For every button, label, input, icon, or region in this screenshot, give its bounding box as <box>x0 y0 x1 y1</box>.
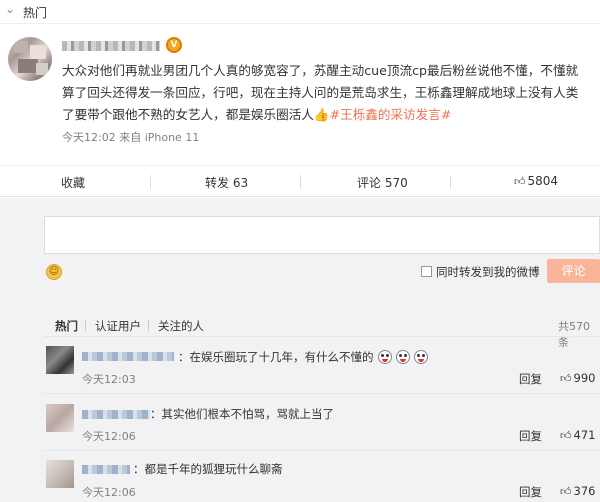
post-text: 大众对他们再就业男团几个人真的够宽容了，苏醒主动cue顶流cp最后粉丝说他不懂，… <box>62 60 588 126</box>
comment-time: 今天12:03 <box>82 373 136 386</box>
like-count: 5804 <box>527 174 559 188</box>
divider <box>150 175 151 189</box>
comment-text: ：在娱乐圈玩了十几年，有什么不懂的 <box>178 349 428 365</box>
reply-button[interactable]: 回复 <box>519 484 542 500</box>
author-name-blurred[interactable] <box>62 41 160 51</box>
divider <box>85 320 86 331</box>
divider <box>300 175 301 189</box>
submit-comment-button[interactable]: 评论 <box>547 259 600 283</box>
comment-like-count: 376 <box>573 484 596 498</box>
reply-button[interactable]: 回复 <box>519 428 542 444</box>
tab-hot[interactable]: 热门 <box>55 318 78 334</box>
thumb-up-icon: 👍︎ <box>560 372 572 385</box>
comment-like-button[interactable]: 👍︎ 471 <box>560 428 595 442</box>
thumbs-up-emoji: 👍 <box>313 107 330 122</box>
author-avatar[interactable] <box>8 37 52 81</box>
comment-avatar[interactable] <box>46 346 74 374</box>
comment-like-button[interactable]: 👍︎ 990 <box>560 371 595 385</box>
divider <box>450 175 451 189</box>
repost-button[interactable]: 转发 63 <box>205 174 248 191</box>
divider <box>148 320 149 331</box>
thumb-up-icon: 👍︎ <box>560 485 572 498</box>
laugh-emoji-icon <box>413 350 428 364</box>
divider <box>44 336 600 337</box>
laugh-emoji-icon <box>377 350 392 364</box>
chevron-down-icon[interactable]: ⌄ <box>5 2 15 16</box>
thumb-up-icon: 👍︎ <box>514 175 526 188</box>
hashtag-link[interactable]: #王栎鑫的采访发言# <box>330 107 452 122</box>
favorite-button[interactable]: 收藏 <box>61 174 85 191</box>
commenter-name-blurred[interactable] <box>82 352 174 361</box>
comment-button[interactable]: 评论 570 <box>357 174 408 191</box>
reply-button[interactable]: 回复 <box>519 371 542 387</box>
comment-avatar[interactable] <box>46 460 74 488</box>
commenter-name-blurred[interactable] <box>82 465 130 474</box>
smile-icon[interactable]: ☺ <box>46 264 62 280</box>
comment-time: 今天12:06 <box>82 486 136 499</box>
comment-text: ：都是千年的狐狸玩什么聊斋 <box>133 462 283 476</box>
commenter-name-blurred[interactable] <box>82 410 150 419</box>
tab-following[interactable]: 关注的人 <box>158 318 204 334</box>
also-repost-checkbox[interactable] <box>421 266 432 277</box>
divider <box>44 393 600 394</box>
top-bar: ⌄ 热门 <box>0 0 600 24</box>
hot-label: 热门 <box>23 6 48 20</box>
tab-verified-users[interactable]: 认证用户 <box>95 318 141 334</box>
verified-badge-icon: V <box>166 37 182 53</box>
comment-total: 共570条 <box>558 320 590 349</box>
comment-text: ：其实他们根本不怕骂，骂就上当了 <box>150 407 334 421</box>
like-button[interactable]: 👍︎ 5804 <box>514 174 558 188</box>
comment-time: 今天12:06 <box>82 430 136 443</box>
comment-input[interactable] <box>44 216 600 254</box>
thumb-up-icon: 👍︎ <box>560 429 572 442</box>
comment-body: ：在娱乐圈玩了十几年，有什么不懂的 <box>178 350 374 364</box>
comment-like-count: 471 <box>573 428 596 442</box>
post-meta: 今天12:02 来自 iPhone 11 <box>62 131 200 144</box>
comment-like-button[interactable]: 👍︎ 376 <box>560 484 595 498</box>
action-bar: 收藏 转发 63 评论 570 👍︎ 5804 <box>0 165 600 197</box>
also-repost-label: 同时转发到我的微博 <box>436 265 540 279</box>
comment-avatar[interactable] <box>46 404 74 432</box>
comment-like-count: 990 <box>573 371 596 385</box>
divider <box>44 450 600 451</box>
laugh-emoji-icon <box>395 350 410 364</box>
